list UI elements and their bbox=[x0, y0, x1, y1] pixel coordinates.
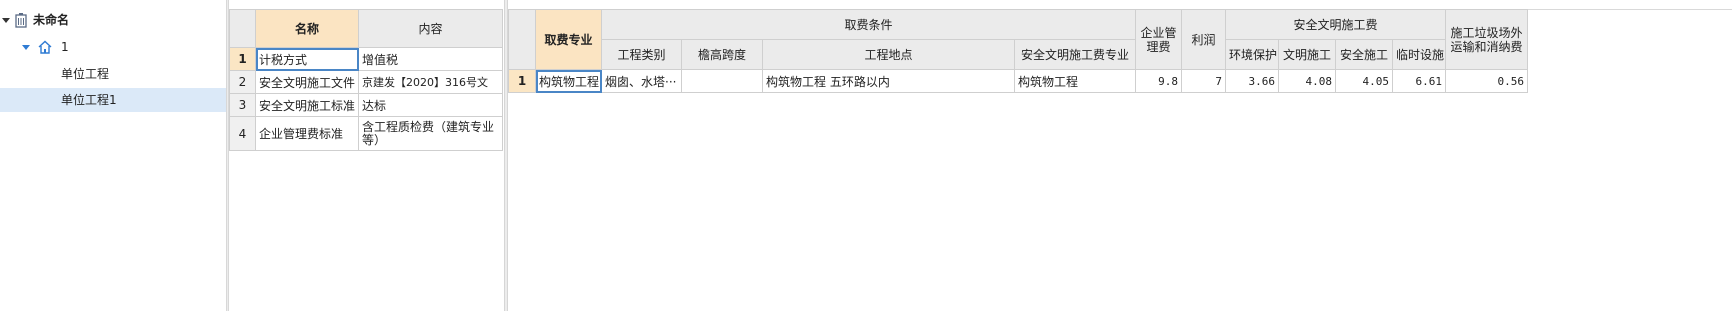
building-icon bbox=[15, 13, 27, 28]
param-value-cell[interactable]: 含工程质检费（建筑专业等） bbox=[358, 116, 503, 151]
col-header-safety-fee[interactable]: 安全文明施工费 bbox=[1225, 9, 1447, 40]
fee-settings-table: 取费专业 取费条件 企业管理费 利润 安全文明施工费 施工垃圾场外运输和消纳费 … bbox=[508, 9, 1529, 93]
tree-item-project[interactable]: 1 bbox=[0, 35, 226, 59]
tree-item-unit-selected-label: 单位工程1 bbox=[61, 93, 117, 107]
eave-span-cell[interactable] bbox=[681, 69, 763, 93]
safety-specialty-cell[interactable]: 构筑物工程 bbox=[1013, 69, 1137, 93]
col-header-location[interactable]: 工程地点 bbox=[762, 39, 1015, 70]
col-header-temp[interactable]: 临时设施 bbox=[1392, 39, 1447, 70]
table-row[interactable]: 1 计税方式 增值税 bbox=[229, 47, 503, 71]
row-number: 2 bbox=[229, 70, 256, 94]
col-header-name[interactable]: 名称 bbox=[255, 9, 359, 48]
row-number: 4 bbox=[229, 116, 256, 151]
tree-root[interactable]: 未命名 bbox=[0, 8, 226, 32]
row-number: 1 bbox=[229, 47, 256, 71]
env-cell[interactable]: 3.66 bbox=[1225, 69, 1280, 93]
table-row[interactable]: 3 安全文明施工标准 达标 bbox=[229, 93, 503, 117]
mgmt-fee-cell[interactable]: 9.8 bbox=[1135, 69, 1183, 93]
col-header-profit[interactable]: 利润 bbox=[1181, 9, 1227, 70]
param-name-cell[interactable]: 安全文明施工标准 bbox=[255, 93, 359, 117]
col-header-safe[interactable]: 安全施工 bbox=[1335, 39, 1394, 70]
param-value-cell[interactable]: 京建发【2020】316号文 bbox=[358, 70, 503, 94]
col-header-eave-span[interactable]: 檐高跨度 bbox=[681, 39, 763, 70]
row-number-header bbox=[508, 9, 536, 70]
collapse-arrow-icon[interactable] bbox=[2, 18, 10, 23]
table-row[interactable]: 1 构筑物工程 烟囱、水塔··· 构筑物工程 五环路以内 构筑物工程 9.8 7… bbox=[508, 69, 1529, 93]
tree-root-label: 未命名 bbox=[33, 13, 70, 27]
col-header-safety-specialty[interactable]: 安全文明施工费专业 bbox=[1013, 39, 1137, 70]
col-header-content[interactable]: 内容 bbox=[358, 9, 503, 48]
civil-cell[interactable]: 4.08 bbox=[1278, 69, 1337, 93]
tree-item-unit-selected[interactable]: 单位工程1 bbox=[0, 88, 226, 112]
expand-arrow-icon[interactable] bbox=[22, 45, 30, 50]
waste-cell[interactable]: 0.56 bbox=[1445, 69, 1529, 93]
param-name-cell[interactable]: 计税方式 bbox=[255, 47, 359, 71]
col-header-conditions[interactable]: 取费条件 bbox=[600, 9, 1137, 40]
col-header-env[interactable]: 环境保护 bbox=[1225, 39, 1280, 70]
row-number: 3 bbox=[229, 93, 256, 117]
tree-item-unit-label: 单位工程 bbox=[61, 67, 110, 81]
col-header-project-type[interactable]: 工程类别 bbox=[601, 39, 682, 70]
profit-cell[interactable]: 7 bbox=[1181, 69, 1227, 93]
row-number: 1 bbox=[508, 69, 536, 93]
col-header-civil[interactable]: 文明施工 bbox=[1278, 39, 1337, 70]
col-header-specialty[interactable]: 取费专业 bbox=[535, 9, 602, 70]
safe-cell[interactable]: 4.05 bbox=[1335, 69, 1394, 93]
project-params-table: 名称 内容 1 计税方式 增值税 2 安全文明施工文件 京建发【2020】316… bbox=[229, 9, 503, 151]
location-cell[interactable]: 构筑物工程 五环路以内 bbox=[762, 69, 1015, 93]
row-number-header bbox=[229, 9, 256, 48]
table-row[interactable]: 2 安全文明施工文件 京建发【2020】316号文 bbox=[229, 70, 503, 94]
tree-item-unit[interactable]: 单位工程 bbox=[0, 62, 226, 86]
param-name-cell[interactable]: 企业管理费标准 bbox=[255, 116, 359, 151]
param-value-cell[interactable]: 增值税 bbox=[358, 47, 503, 71]
project-tree: 未命名 1 单位工程 单位工程1 bbox=[0, 0, 227, 311]
table-row[interactable]: 4 企业管理费标准 含工程质检费（建筑专业等） bbox=[229, 116, 503, 151]
house-icon bbox=[38, 40, 52, 54]
param-value-cell[interactable]: 达标 bbox=[358, 93, 503, 117]
param-name-cell[interactable]: 安全文明施工文件 bbox=[255, 70, 359, 94]
project-type-cell[interactable]: 烟囱、水塔··· bbox=[601, 69, 682, 93]
specialty-cell[interactable]: 构筑物工程 bbox=[535, 69, 602, 93]
tree-item-project-label: 1 bbox=[61, 40, 69, 54]
col-header-mgmt-fee[interactable]: 企业管理费 bbox=[1135, 9, 1183, 70]
col-header-waste-fee[interactable]: 施工垃圾场外运输和消纳费 bbox=[1445, 9, 1529, 70]
temp-cell[interactable]: 6.61 bbox=[1392, 69, 1447, 93]
